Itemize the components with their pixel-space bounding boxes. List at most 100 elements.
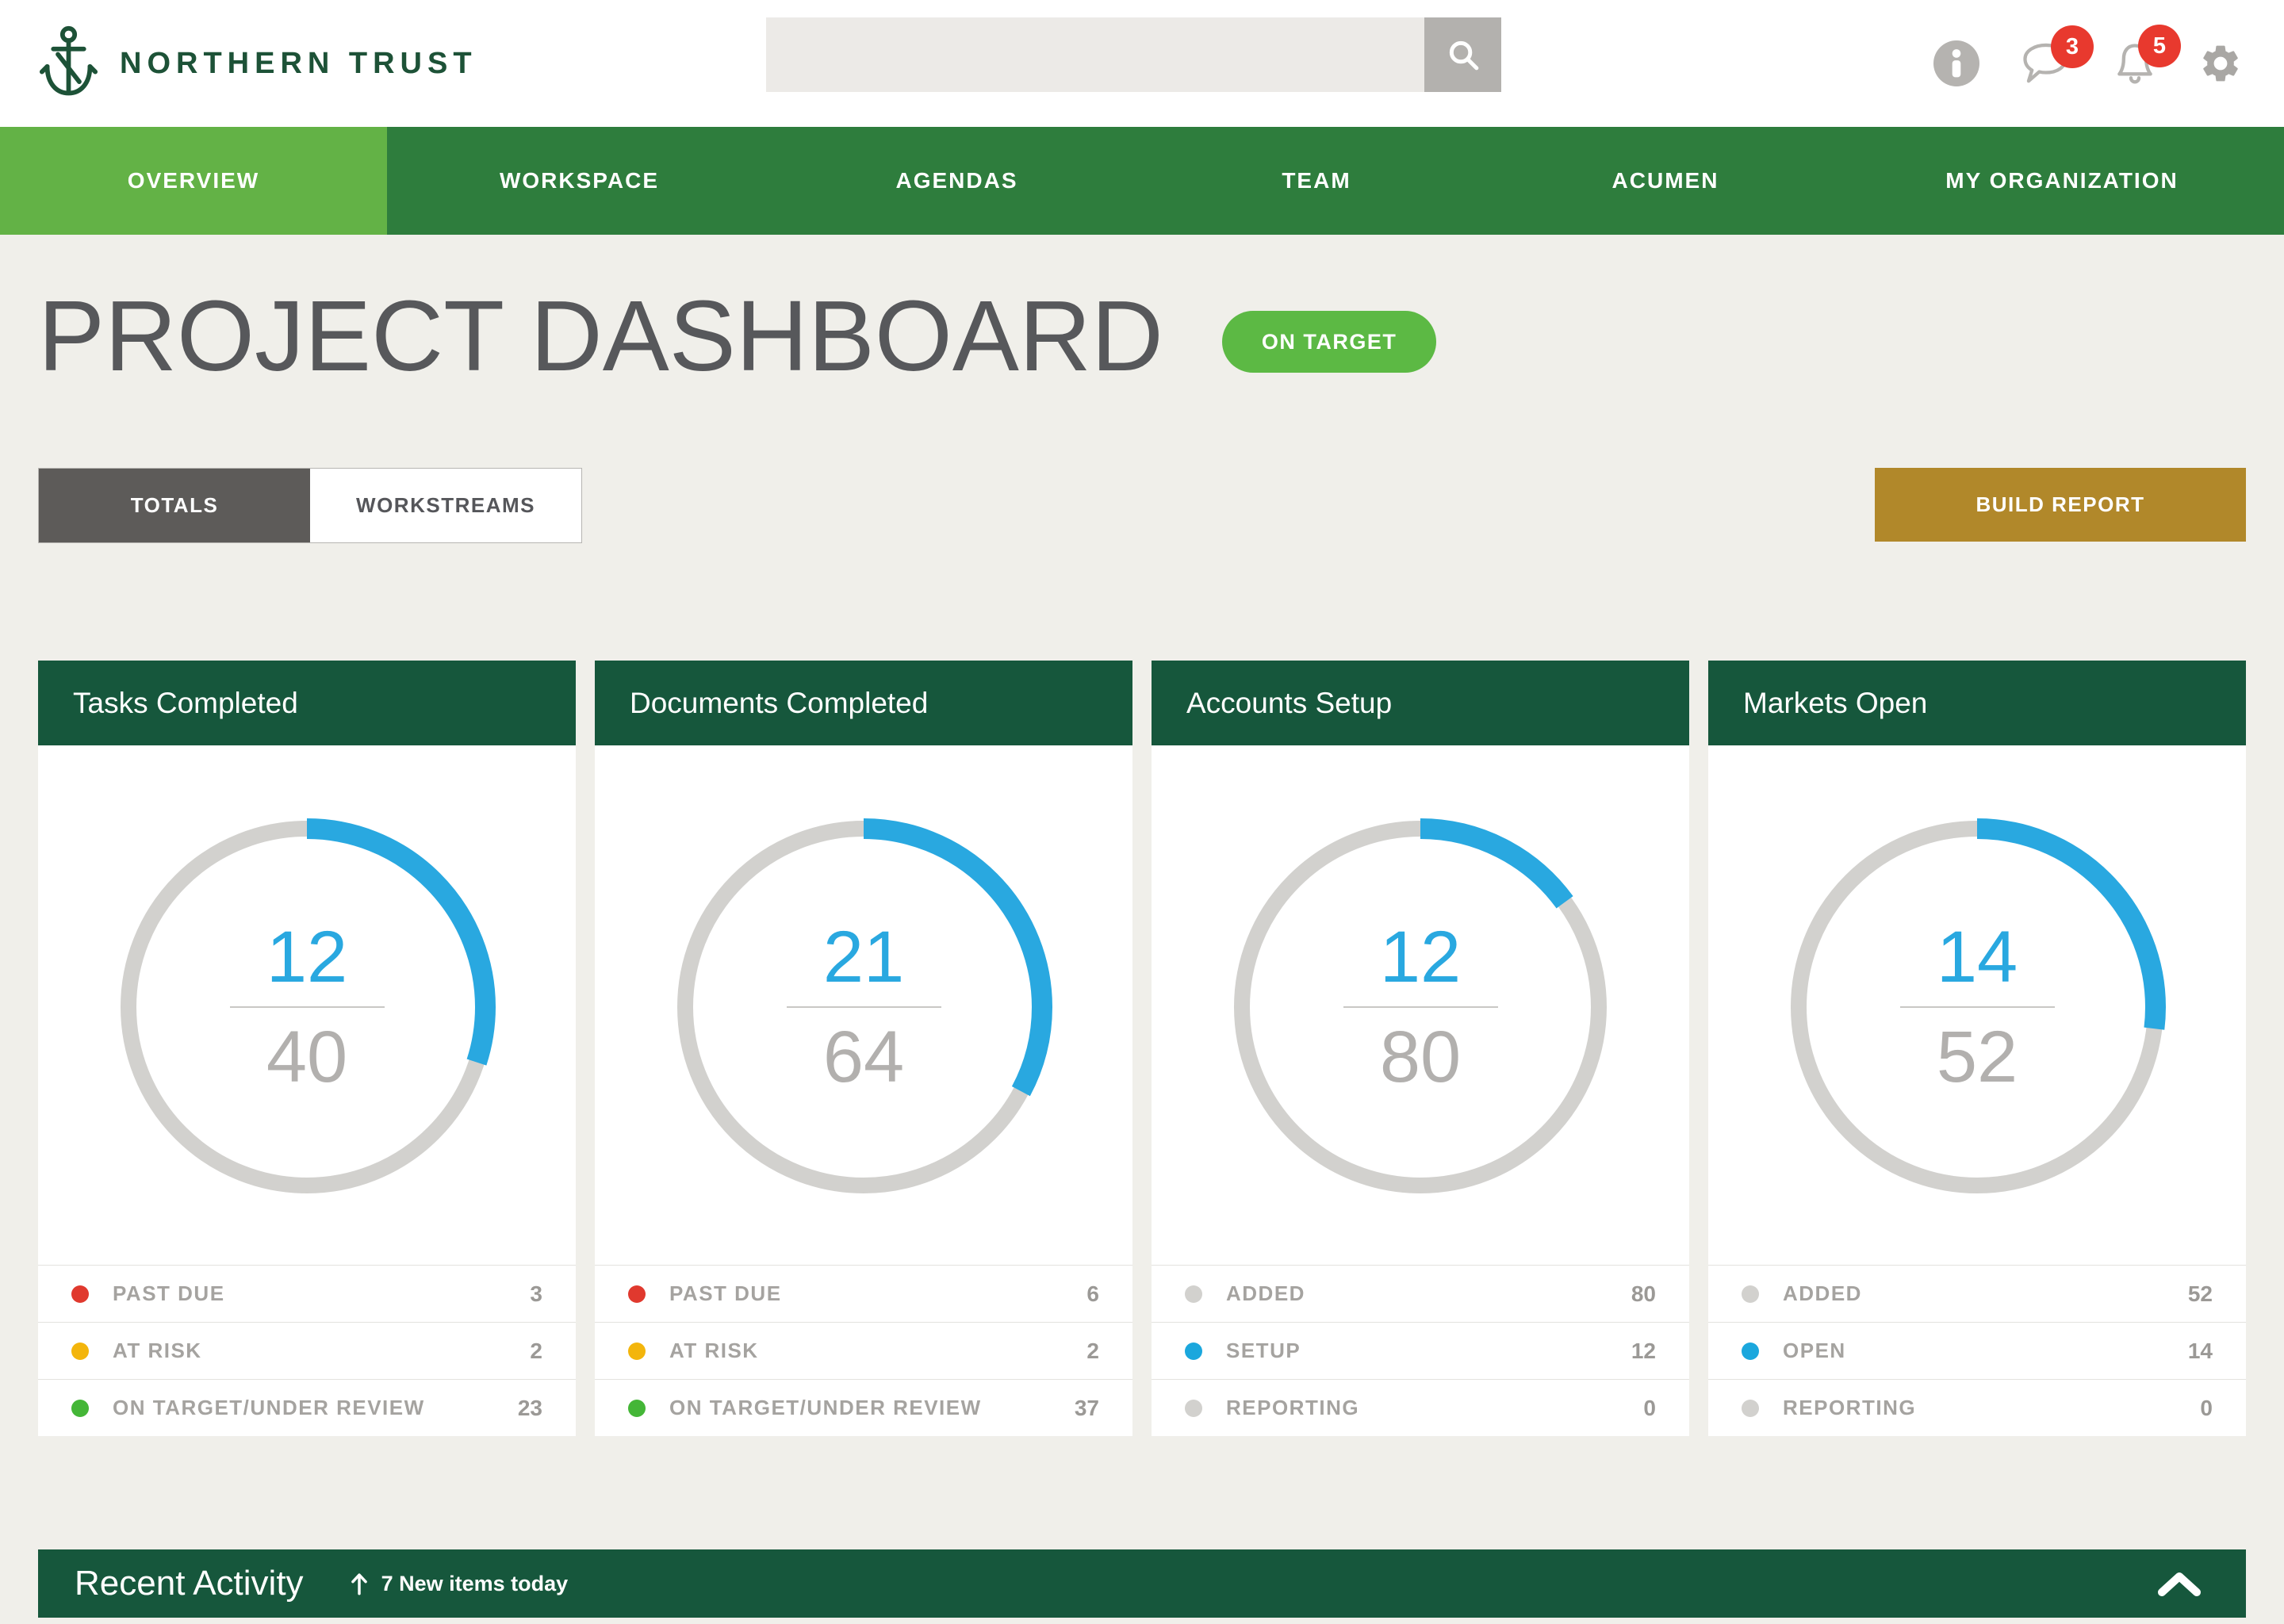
search-box bbox=[766, 17, 1501, 92]
card-title: Documents Completed bbox=[595, 661, 1132, 745]
legend-dot bbox=[628, 1285, 646, 1303]
metric-card: Accounts Setup1280ADDED80SETUP12REPORTIN… bbox=[1152, 661, 1689, 1436]
legend-dot bbox=[628, 1400, 646, 1417]
settings-button[interactable] bbox=[2198, 41, 2243, 86]
legend-dot bbox=[628, 1342, 646, 1360]
metric-card: Documents Completed2164PAST DUE6AT RISK2… bbox=[595, 661, 1132, 1436]
recent-activity-bar: Recent Activity 7 New items today bbox=[38, 1549, 2246, 1618]
legend-value: 2 bbox=[530, 1339, 542, 1364]
total-count: 64 bbox=[823, 1021, 904, 1094]
nav-tab-agendas[interactable]: AGENDAS bbox=[772, 127, 1142, 235]
fraction-divider bbox=[1900, 1006, 2055, 1008]
nav-tab-workspace[interactable]: WORKSPACE bbox=[387, 127, 772, 235]
completed-count: 12 bbox=[266, 921, 347, 994]
info-button[interactable] bbox=[1933, 40, 1979, 86]
legend-value: 14 bbox=[2188, 1339, 2213, 1364]
chevron-up-icon[interactable] bbox=[2157, 1570, 2202, 1597]
search-button[interactable] bbox=[1424, 17, 1501, 92]
gear-icon bbox=[2198, 41, 2243, 86]
legend-row: PAST DUE3 bbox=[38, 1265, 576, 1322]
nav-tab-label: ACUMEN bbox=[1612, 168, 1719, 193]
legend-label: ON TARGET/UNDER REVIEW bbox=[113, 1396, 518, 1420]
card-legend: PAST DUE6AT RISK2ON TARGET/UNDER REVIEW3… bbox=[595, 1265, 1132, 1436]
nav-tab-my-organization[interactable]: MY ORGANIZATION bbox=[1840, 127, 2284, 235]
donut-ring: 2164 bbox=[675, 818, 1052, 1196]
donut-values: 1452 bbox=[1788, 818, 2166, 1196]
legend-label: PAST DUE bbox=[669, 1281, 1086, 1306]
legend-dot bbox=[1185, 1400, 1202, 1417]
legend-row: ADDED80 bbox=[1152, 1265, 1689, 1322]
legend-label: ADDED bbox=[1226, 1281, 1631, 1306]
card-legend: ADDED52OPEN14REPORTING0 bbox=[1708, 1265, 2246, 1436]
legend-value: 0 bbox=[1643, 1396, 1656, 1421]
nav-tab-label: OVERVIEW bbox=[128, 168, 259, 193]
nav-tab-overview[interactable]: OVERVIEW bbox=[0, 127, 387, 235]
arrow-up-icon bbox=[350, 1572, 369, 1595]
legend-value: 2 bbox=[1086, 1339, 1099, 1364]
legend-row: SETUP12 bbox=[1152, 1322, 1689, 1379]
notifications-button[interactable]: 5 bbox=[2111, 40, 2159, 86]
card-legend: PAST DUE3AT RISK2ON TARGET/UNDER REVIEW2… bbox=[38, 1265, 576, 1436]
build-report-button[interactable]: BUILD REPORT bbox=[1875, 468, 2246, 542]
fraction-divider bbox=[1343, 1006, 1498, 1008]
nav-tab-label: AGENDAS bbox=[895, 168, 1017, 193]
legend-value: 6 bbox=[1086, 1281, 1099, 1307]
legend-dot bbox=[1742, 1285, 1759, 1303]
page-title-bar: PROJECT DASHBOARD ON TARGET bbox=[0, 284, 2284, 389]
donut-chart: 1452 bbox=[1708, 745, 2246, 1265]
legend-value: 80 bbox=[1631, 1281, 1656, 1307]
card-title: Accounts Setup bbox=[1152, 661, 1689, 745]
legend-row: ADDED52 bbox=[1708, 1265, 2246, 1322]
card-title: Tasks Completed bbox=[38, 661, 576, 745]
card-title: Markets Open bbox=[1708, 661, 2246, 745]
donut-ring: 1452 bbox=[1788, 818, 2166, 1196]
messages-badge: 3 bbox=[2051, 25, 2094, 68]
brand-logo[interactable]: NORTHERN TRUST bbox=[38, 0, 477, 127]
anchor-logo-icon bbox=[38, 24, 99, 103]
donut-values: 1240 bbox=[118, 818, 496, 1196]
new-items-text: 7 New items today bbox=[381, 1572, 569, 1596]
nav-tab-team[interactable]: TEAM bbox=[1142, 127, 1491, 235]
donut-chart: 1280 bbox=[1152, 745, 1689, 1265]
legend-row: ON TARGET/UNDER REVIEW23 bbox=[38, 1379, 576, 1436]
total-count: 40 bbox=[266, 1021, 347, 1094]
legend-value: 3 bbox=[530, 1281, 542, 1307]
nav-tab-label: TEAM bbox=[1282, 168, 1351, 193]
legend-row: OPEN14 bbox=[1708, 1322, 2246, 1379]
donut-values: 2164 bbox=[675, 818, 1052, 1196]
completed-count: 12 bbox=[1380, 921, 1461, 994]
legend-label: AT RISK bbox=[113, 1339, 530, 1363]
search-input[interactable] bbox=[766, 17, 1424, 92]
fraction-divider bbox=[230, 1006, 385, 1008]
legend-value: 0 bbox=[2200, 1396, 2213, 1421]
legend-row: REPORTING0 bbox=[1708, 1379, 2246, 1436]
donut-ring: 1280 bbox=[1232, 818, 1609, 1196]
notifications-badge: 5 bbox=[2138, 25, 2181, 67]
legend-value: 37 bbox=[1075, 1396, 1099, 1421]
messages-button[interactable]: 3 bbox=[2019, 41, 2071, 86]
legend-dot bbox=[1185, 1285, 1202, 1303]
page-title: PROJECT DASHBOARD bbox=[38, 284, 1163, 389]
legend-dot bbox=[1742, 1342, 1759, 1360]
search-icon bbox=[1446, 37, 1481, 72]
card-legend: ADDED80SETUP12REPORTING0 bbox=[1152, 1265, 1689, 1436]
toolbar: TOTALS WORKSTREAMS BUILD REPORT bbox=[0, 468, 2284, 542]
info-icon bbox=[1933, 40, 1979, 86]
fraction-divider bbox=[787, 1006, 941, 1008]
nav-tab-label: WORKSPACE bbox=[500, 168, 659, 193]
toggle-totals-button[interactable]: TOTALS bbox=[39, 469, 310, 542]
legend-value: 52 bbox=[2188, 1281, 2213, 1307]
total-count: 52 bbox=[1937, 1021, 2018, 1094]
nav-tab-acumen[interactable]: ACUMEN bbox=[1491, 127, 1840, 235]
metric-card: Tasks Completed1240PAST DUE3AT RISK2ON T… bbox=[38, 661, 576, 1436]
legend-label: ON TARGET/UNDER REVIEW bbox=[669, 1396, 1075, 1420]
legend-row: PAST DUE6 bbox=[595, 1265, 1132, 1322]
legend-row: AT RISK2 bbox=[38, 1322, 576, 1379]
legend-label: PAST DUE bbox=[113, 1281, 530, 1306]
header-icons: 3 5 bbox=[1933, 0, 2243, 127]
legend-label: REPORTING bbox=[1783, 1396, 2200, 1420]
legend-label: AT RISK bbox=[669, 1339, 1086, 1363]
toggle-workstreams-button[interactable]: WORKSTREAMS bbox=[310, 469, 581, 542]
main-nav: OVERVIEW WORKSPACE AGENDAS TEAM ACUMEN MY ORG… bbox=[0, 127, 2284, 235]
legend-row: AT RISK2 bbox=[595, 1322, 1132, 1379]
